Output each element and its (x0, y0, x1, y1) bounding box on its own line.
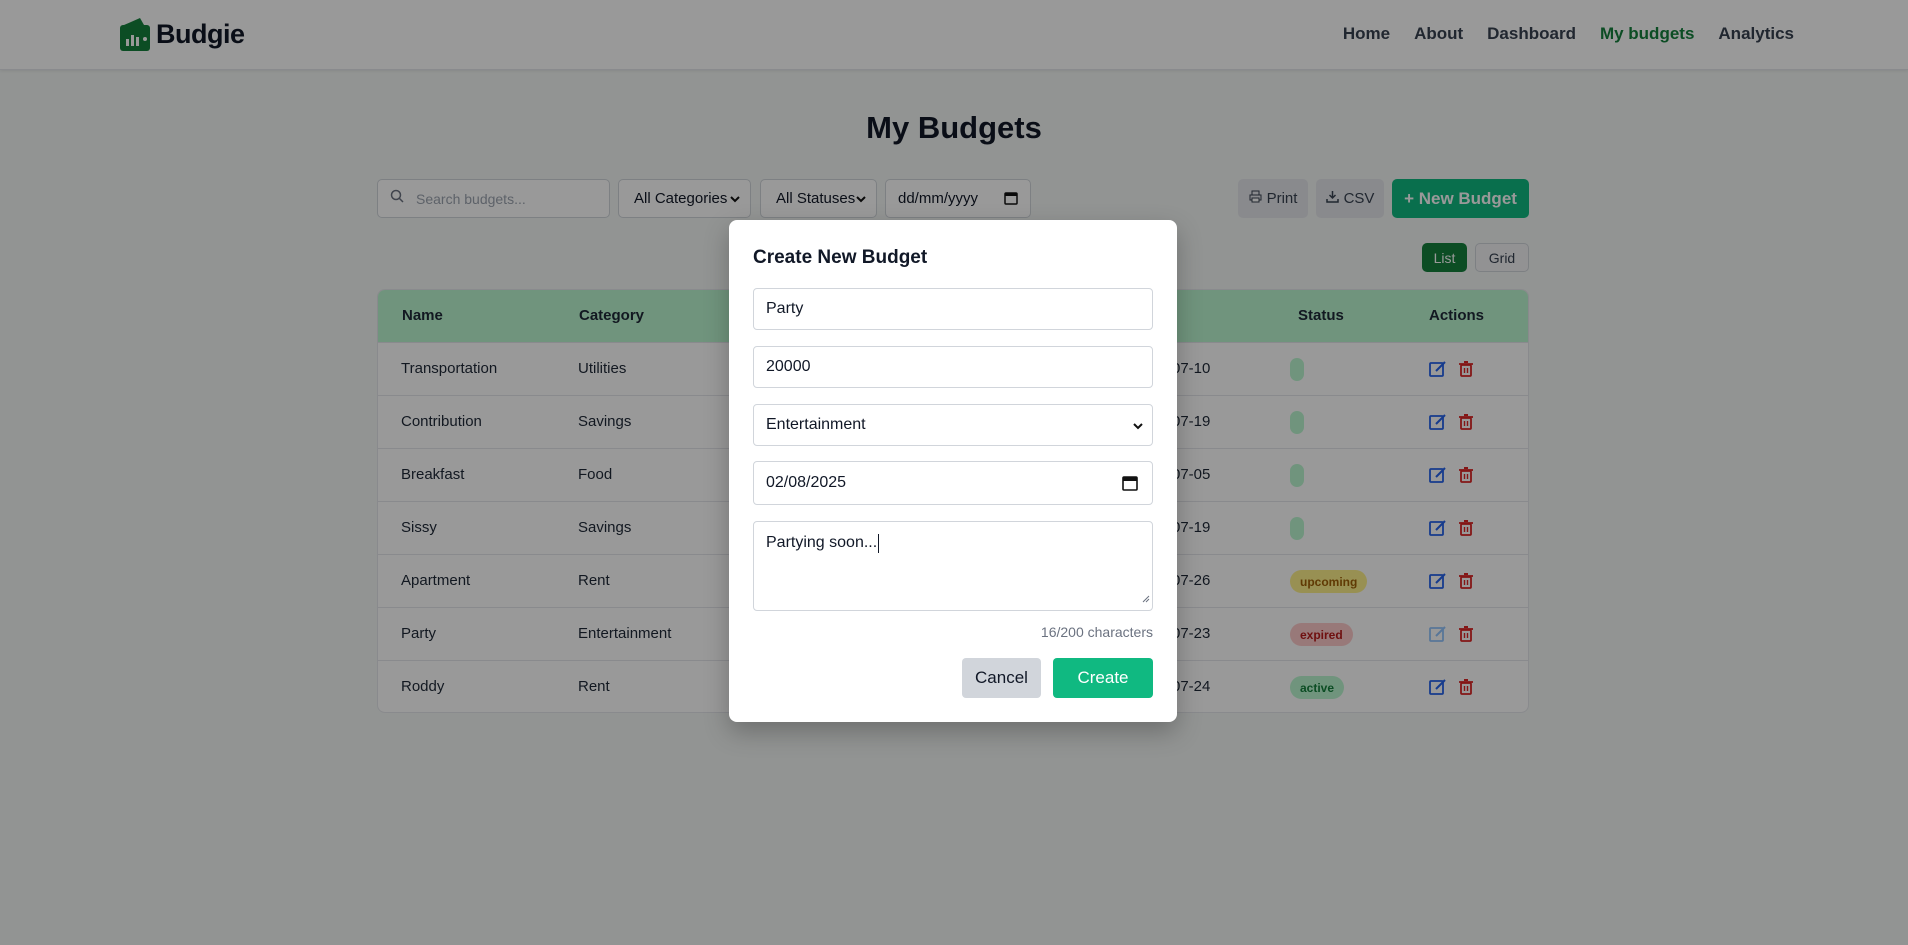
budget-date-value: 02/08/2025 (766, 474, 847, 491)
calendar-icon[interactable] (1122, 475, 1138, 496)
budget-category-value: Entertainment (766, 416, 866, 433)
cancel-button[interactable]: Cancel (962, 658, 1041, 698)
budget-amount-field[interactable]: 20000 (753, 346, 1153, 388)
char-counter: 16/200 characters (1040, 624, 1153, 640)
modal-title: Create New Budget (753, 247, 928, 268)
chevron-down-icon (1132, 419, 1144, 437)
budget-description-value: Partying soon... (766, 534, 878, 551)
budget-amount-value: 20000 (766, 358, 811, 375)
budget-description-textarea[interactable]: Partying soon... (753, 521, 1153, 611)
text-caret (878, 534, 880, 553)
create-budget-modal: Create New Budget Party 20000 Entertainm… (729, 220, 1177, 722)
budget-name-value: Party (766, 300, 804, 317)
create-button[interactable]: Create (1053, 658, 1153, 698)
resize-handle-icon[interactable] (1142, 590, 1150, 608)
budget-date-field[interactable]: 02/08/2025 (753, 461, 1153, 505)
budget-category-select[interactable]: Entertainment (753, 404, 1153, 446)
budget-name-field[interactable]: Party (753, 288, 1153, 330)
